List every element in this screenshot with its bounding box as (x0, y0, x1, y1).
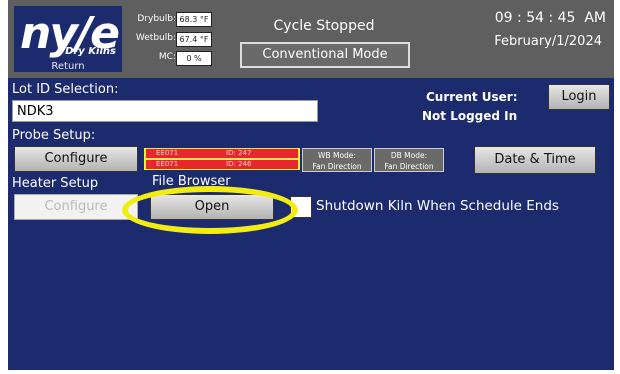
logo-subtitle: Dry Kilns (65, 46, 116, 57)
kiln-control-panel: ny/e Dry Kilns Return Drybulb: 68.3 °F W… (8, 0, 614, 370)
clock-date: February/1/2024 (494, 34, 602, 49)
probe-configure-button[interactable]: Configure (14, 146, 138, 172)
lot-id-label: Lot ID Selection: (12, 82, 119, 97)
probe-name: EE071 (156, 160, 179, 168)
mc-value: 0 % (176, 51, 212, 66)
user-status: Not Logged In (422, 109, 518, 123)
highlight-ellipse (122, 186, 298, 234)
mc-label: MC: (158, 52, 176, 62)
probe-name: EE071 (156, 149, 179, 157)
probe-list: EE071 ID: 247 EE071 ID: 246 (144, 148, 300, 170)
wb-mode-title: WB Mode: (318, 151, 356, 160)
db-mode-title: DB Mode: (390, 151, 428, 160)
db-mode-value: Fan Direction (384, 162, 434, 171)
probe-id: ID: 246 (226, 160, 252, 168)
probe-setup-label: Probe Setup: (12, 128, 96, 143)
shutdown-label: Shutdown Kiln When Schedule Ends (316, 198, 559, 214)
wetbulb-value: 67.4 °F (176, 32, 212, 47)
header-bar: ny/e Dry Kilns Return Drybulb: 68.3 °F W… (8, 0, 614, 78)
heater-setup-label: Heater Setup (12, 176, 99, 191)
drybulb-value: 68.3 °F (176, 12, 212, 27)
heater-configure-button[interactable]: Configure (14, 194, 138, 220)
drybulb-label: Drybulb: (137, 14, 176, 24)
probe-id: ID: 247 (226, 149, 252, 157)
return-label: Return (51, 61, 85, 72)
nyle-logo-return-button[interactable]: ny/e Dry Kilns Return (14, 6, 122, 72)
cycle-status: Cycle Stopped (273, 18, 375, 34)
current-user-label: Current User: (426, 90, 518, 104)
db-mode-button[interactable]: DB Mode: Fan Direction (374, 148, 444, 172)
mode-button[interactable]: Conventional Mode (240, 42, 410, 68)
lot-id-input[interactable]: NDK3 (12, 100, 318, 122)
login-button[interactable]: Login (548, 84, 610, 110)
wb-mode-value: Fan Direction (312, 162, 362, 171)
probe-row: EE071 ID: 246 (146, 160, 298, 169)
wb-mode-button[interactable]: WB Mode: Fan Direction (302, 148, 372, 172)
clock-time: 09 : 54 : 45 AM (494, 10, 606, 26)
probe-row: EE071 ID: 247 (146, 149, 298, 158)
wetbulb-label: Wetbulb: (135, 33, 176, 43)
date-time-button[interactable]: Date & Time (474, 146, 596, 174)
